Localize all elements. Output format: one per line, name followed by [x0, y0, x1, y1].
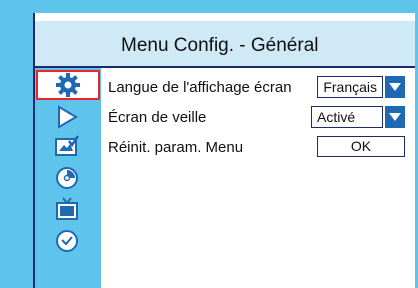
- category-sidebar: [35, 68, 101, 288]
- play-icon: [58, 105, 78, 129]
- chevron-down-icon[interactable]: [385, 76, 405, 98]
- sidebar-item-display[interactable]: [50, 133, 84, 159]
- reset-label: Réinit. param. Menu: [108, 139, 244, 156]
- language-select[interactable]: Français: [317, 76, 405, 98]
- settings-panel: Langue de l'affichage écran Français Écr…: [101, 68, 415, 288]
- menu-header: Menu Config. - Général: [35, 21, 415, 68]
- sidebar-item-disc[interactable]: [50, 165, 84, 191]
- settings-screen: Menu Config. - Général Langue de l'affic…: [33, 13, 415, 288]
- language-value[interactable]: Français: [317, 76, 383, 98]
- sidebar-item-clock[interactable]: [50, 228, 84, 254]
- tv-icon: [56, 197, 78, 220]
- sidebar-item-general[interactable]: [36, 70, 100, 100]
- screensaver-label: Écran de veille: [108, 109, 207, 126]
- sidebar-item-tv[interactable]: [50, 196, 84, 222]
- clock-icon: [56, 230, 78, 252]
- picture-settings-icon: [55, 135, 80, 156]
- setting-row-reset: Réinit. param. Menu OK: [108, 136, 409, 160]
- language-label: Langue de l'affichage écran: [108, 79, 292, 96]
- disc-icon: [56, 167, 78, 189]
- gear-icon: [56, 73, 80, 97]
- chevron-down-icon[interactable]: [385, 106, 405, 128]
- setting-row-language: Langue de l'affichage écran Français: [108, 76, 409, 100]
- screensaver-value[interactable]: Activé: [311, 106, 383, 128]
- setting-row-screensaver: Écran de veille Activé: [108, 106, 409, 130]
- sidebar-item-playback[interactable]: [50, 104, 84, 130]
- screensaver-select[interactable]: Activé: [311, 106, 405, 128]
- page-title: Menu Config. - Général: [121, 35, 319, 56]
- reset-ok-button[interactable]: OK: [317, 136, 405, 157]
